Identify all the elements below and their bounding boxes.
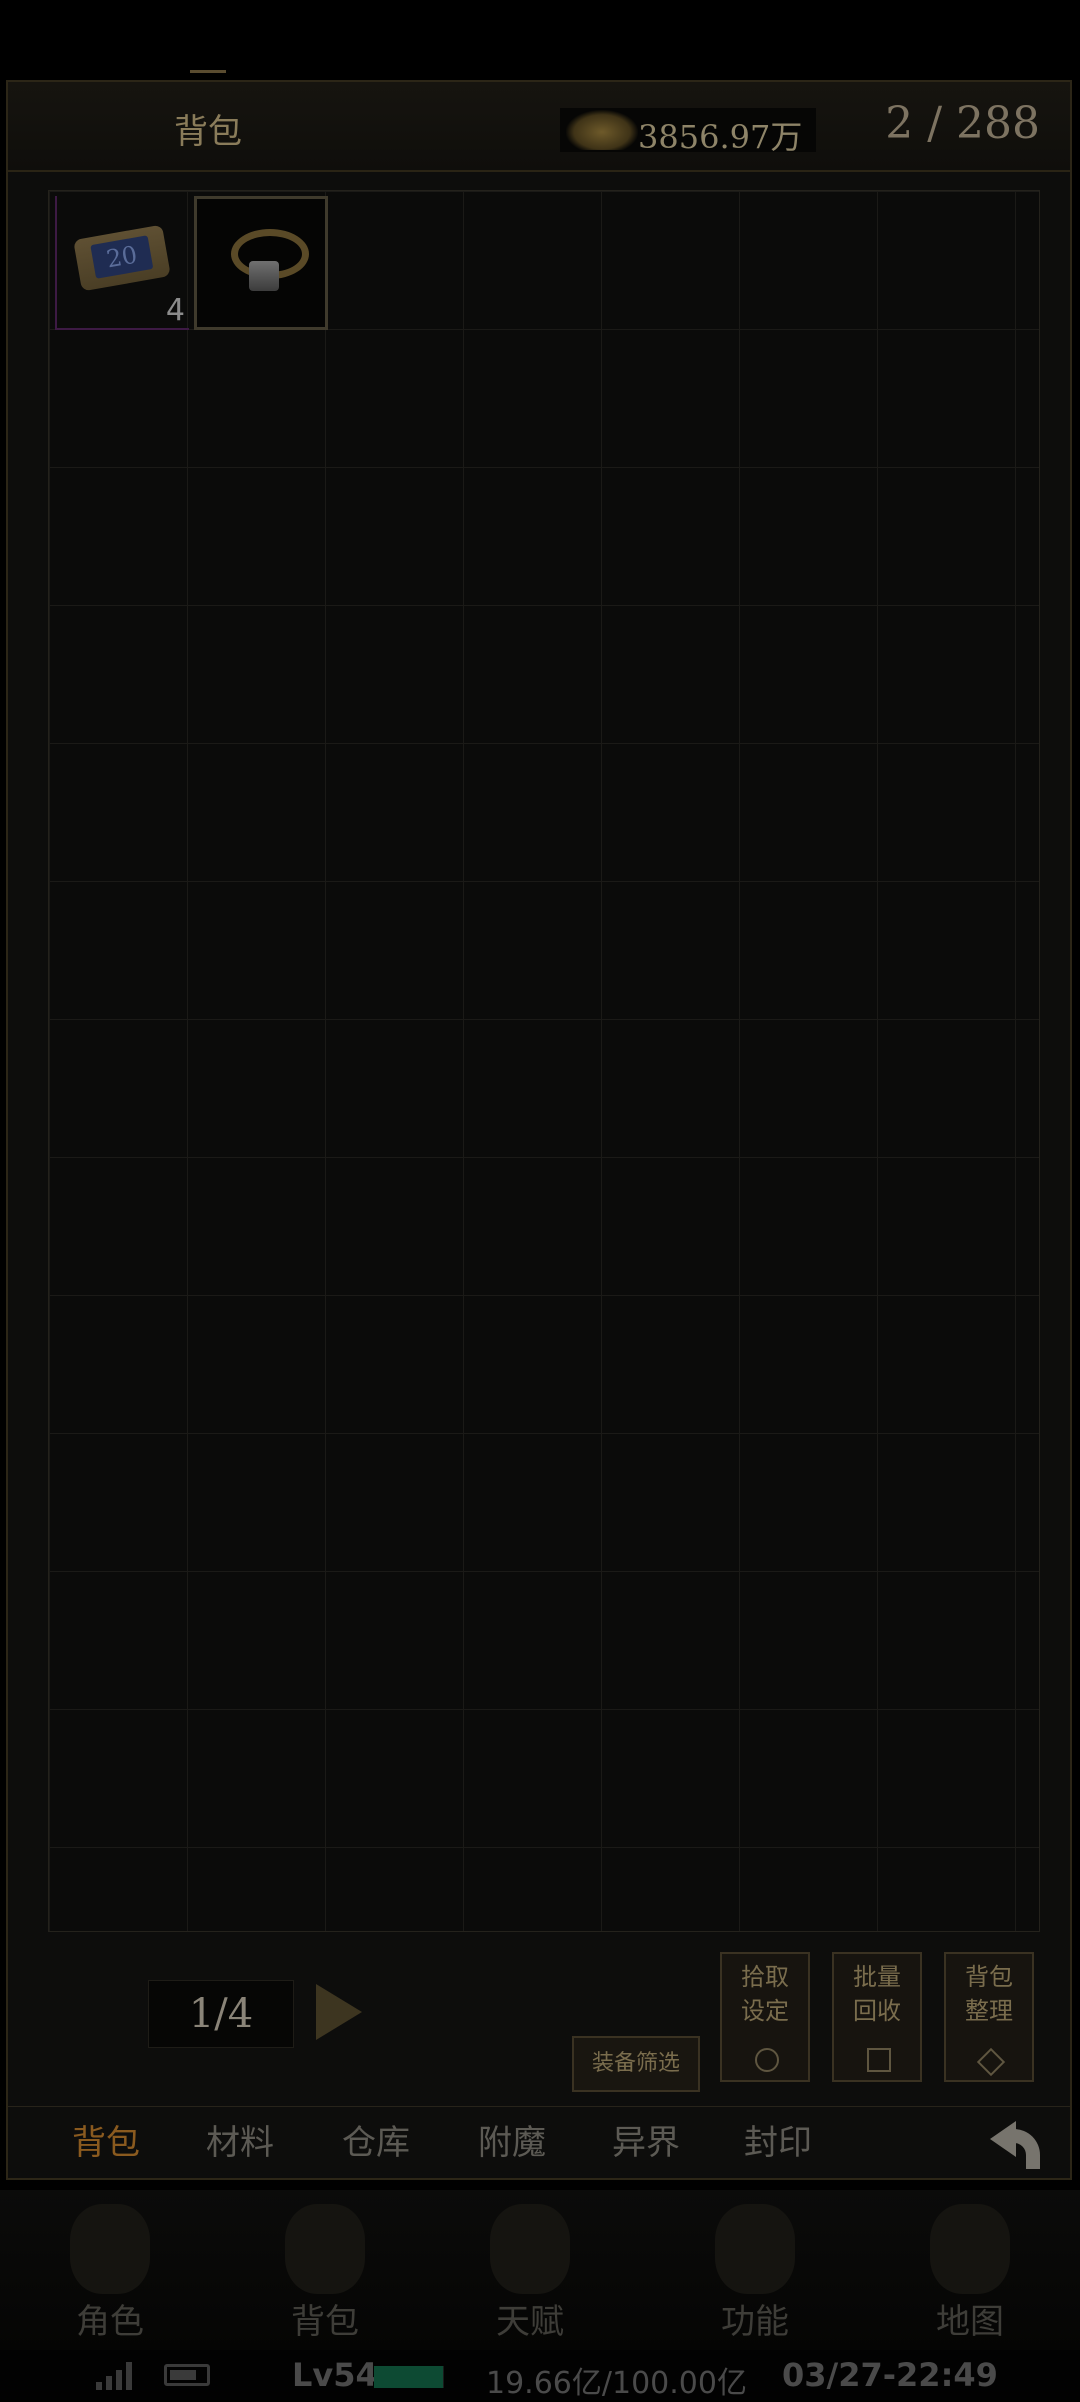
tab-enchant[interactable]: 附魔 (478, 2115, 546, 2164)
nav-talent[interactable]: 天赋 (445, 2190, 615, 2350)
nav-character[interactable]: 角色 (25, 2190, 195, 2350)
dragon-emblem-icon (490, 2204, 570, 2294)
nav-talent-label: 天赋 (496, 2302, 564, 2342)
inventory-slot-ring[interactable] (194, 196, 328, 330)
nav-character-label: 角色 (76, 2302, 144, 2342)
tab-bag[interactable]: 背包 (72, 2115, 140, 2164)
inventory-panel: 背包 3856.97万 2 / 288 20 4 1/4 装备筛选 拾取设定 批… (6, 70, 1072, 2181)
gold-display: 3856.97万 (560, 108, 816, 156)
experience-text: 19.66亿/100.00亿 (486, 2366, 747, 2401)
inventory-capacity: 2 / 288 (885, 98, 1040, 149)
trash-icon (867, 2048, 891, 2072)
player-level: Lv54 (292, 2356, 378, 2394)
battery-icon (164, 2364, 210, 2386)
ring-tassel-icon (249, 261, 279, 291)
inventory-footer: 1/4 装备筛选 拾取设定 批量回收 背包整理 (48, 1952, 1038, 2102)
nav-bag-label: 背包 (291, 2302, 359, 2342)
page-indicator: 1/4 (148, 1980, 294, 2048)
sort-inventory-button[interactable]: 背包整理 (944, 1952, 1034, 2082)
nav-functions-label: 功能 (721, 2302, 789, 2342)
anvil-icon (715, 2204, 795, 2294)
equipment-filter-button[interactable]: 装备筛选 (572, 2036, 700, 2092)
date-time: 03/27-22:49 (782, 2356, 998, 2394)
inventory-slot-scroll[interactable]: 20 4 (55, 196, 189, 330)
batch-recycle-button[interactable]: 批量回收 (832, 1952, 922, 2082)
nav-map-label: 地图 (936, 2302, 1004, 2342)
sort-inventory-label: 背包整理 (964, 1963, 1013, 2025)
tab-seal[interactable]: 封印 (744, 2115, 812, 2164)
hooded-figure-icon (70, 2204, 150, 2294)
item-count: 4 (165, 293, 185, 328)
compass-map-icon (930, 2204, 1010, 2294)
back-arrow-icon (990, 2121, 1016, 2157)
panel-header: 背包 3856.97万 2 / 288 (8, 70, 1070, 172)
next-page-arrow-icon[interactable] (316, 1984, 362, 2040)
experience-fill (374, 2366, 444, 2388)
pickup-settings-button[interactable]: 拾取设定 (720, 1952, 810, 2082)
pouch-icon (755, 2048, 779, 2072)
inventory-grid (48, 190, 1040, 1932)
pickup-settings-label: 拾取设定 (740, 1963, 789, 2025)
potion-bag-icon (285, 2204, 365, 2294)
nav-map[interactable]: 地图 (885, 2190, 1055, 2350)
title-ornament (190, 70, 226, 93)
layers-icon (976, 2047, 1006, 2077)
tab-warehouse[interactable]: 仓库 (342, 2115, 410, 2164)
signal-icon (96, 2362, 136, 2390)
tab-otherworld[interactable]: 异界 (612, 2115, 680, 2164)
nav-functions[interactable]: 功能 (670, 2190, 840, 2350)
scroll-badge: 20 (90, 235, 154, 279)
scroll-icon: 20 (73, 224, 171, 292)
inventory-tabs: 背包 材料 仓库 附魔 异界 封印 (8, 2106, 1070, 2181)
bottom-navigation: 角色 背包 天赋 功能 地图 (0, 2190, 1080, 2350)
status-bar: Lv54 19.66亿/100.00亿 03/27-22:49 (0, 2350, 1080, 2401)
panel-title: 背包 (174, 112, 242, 152)
gold-amount: 3856.97万 (638, 118, 803, 156)
nav-bag[interactable]: 背包 (240, 2190, 410, 2350)
gold-coins-icon (566, 110, 638, 150)
batch-recycle-label: 批量回收 (852, 1963, 901, 2025)
experience-bar (374, 2366, 444, 2388)
tab-materials[interactable]: 材料 (206, 2115, 274, 2164)
back-button[interactable] (984, 2113, 1044, 2173)
